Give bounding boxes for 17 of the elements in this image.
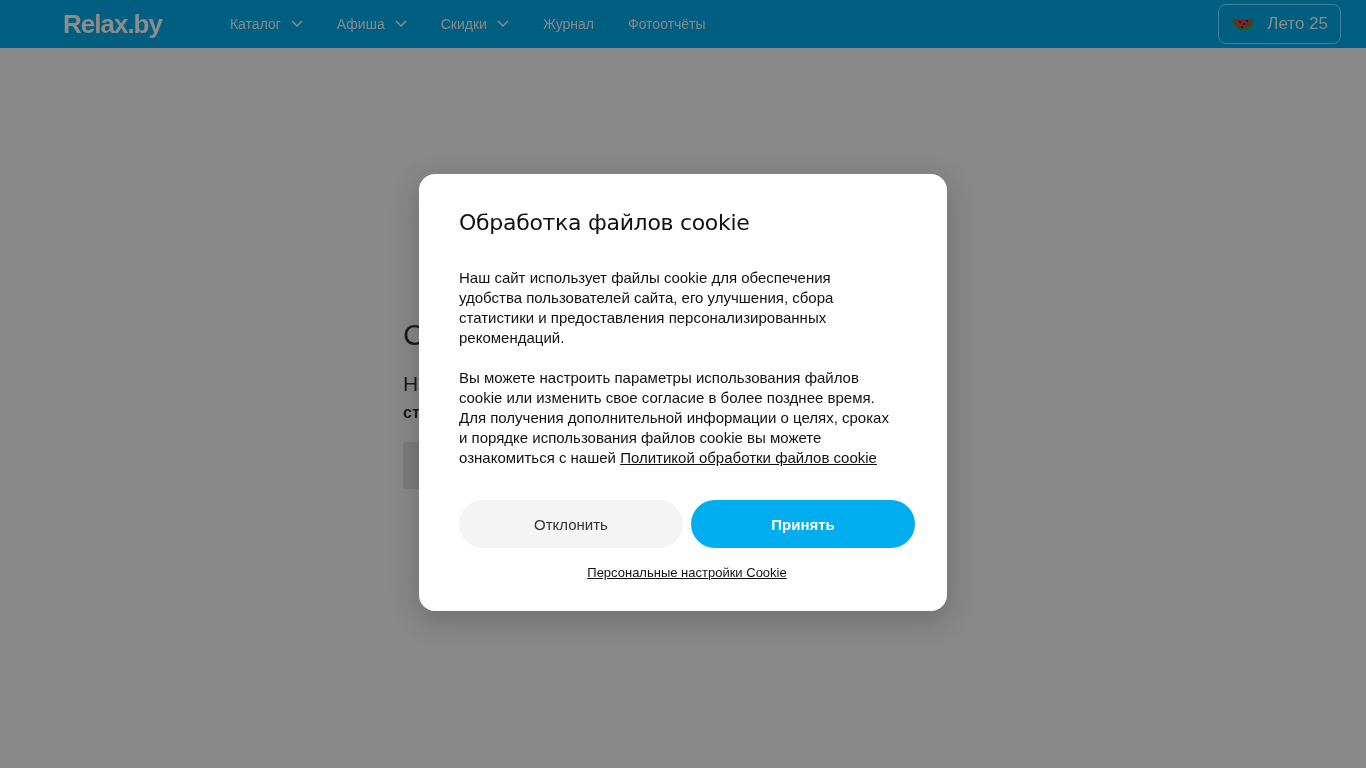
nav-link[interactable]: Каталог (229, 16, 303, 32)
page-text: Н (403, 372, 420, 396)
dialog-text: Вы можете настроить параметры использования файлов cookie или изменить свое согласие в более позднее время. Для получения дополнительной информации о целях, сроках и порядке использования файлов cookie вы можете ознакомиться с нашей Политикой обработки файлов cookie (459, 368, 890, 468)
nav-link[interactable]: Журнал (542, 16, 594, 32)
page-subtext: ст (403, 404, 421, 422)
dialog-text: Наш сайт использует файлы cookie для обеспечения удобства пользователей сайта, его улучшения, сбора статистики и предоставления персонализированных рекомендаций. (459, 268, 835, 348)
policy-link[interactable]: Политикой обработки файлов cookie (620, 449, 877, 466)
nav-link[interactable]: Афиша (336, 16, 407, 32)
site-logo[interactable]: Relax.by (63, 8, 162, 40)
nav-link[interactable]: Скидки (440, 16, 509, 32)
settings-link[interactable]: Персональные настройки Cookie (587, 565, 787, 580)
decline-button[interactable]: Отклонить (459, 500, 683, 548)
page-button[interactable] (403, 442, 419, 489)
nav-link[interactable]: Фотоотчёты (628, 16, 706, 32)
promo-button[interactable]: Лето 25 (1218, 4, 1341, 44)
dialog-title: Обработка файлов cookie (459, 210, 751, 235)
accept-button[interactable]: Принять (691, 500, 915, 548)
